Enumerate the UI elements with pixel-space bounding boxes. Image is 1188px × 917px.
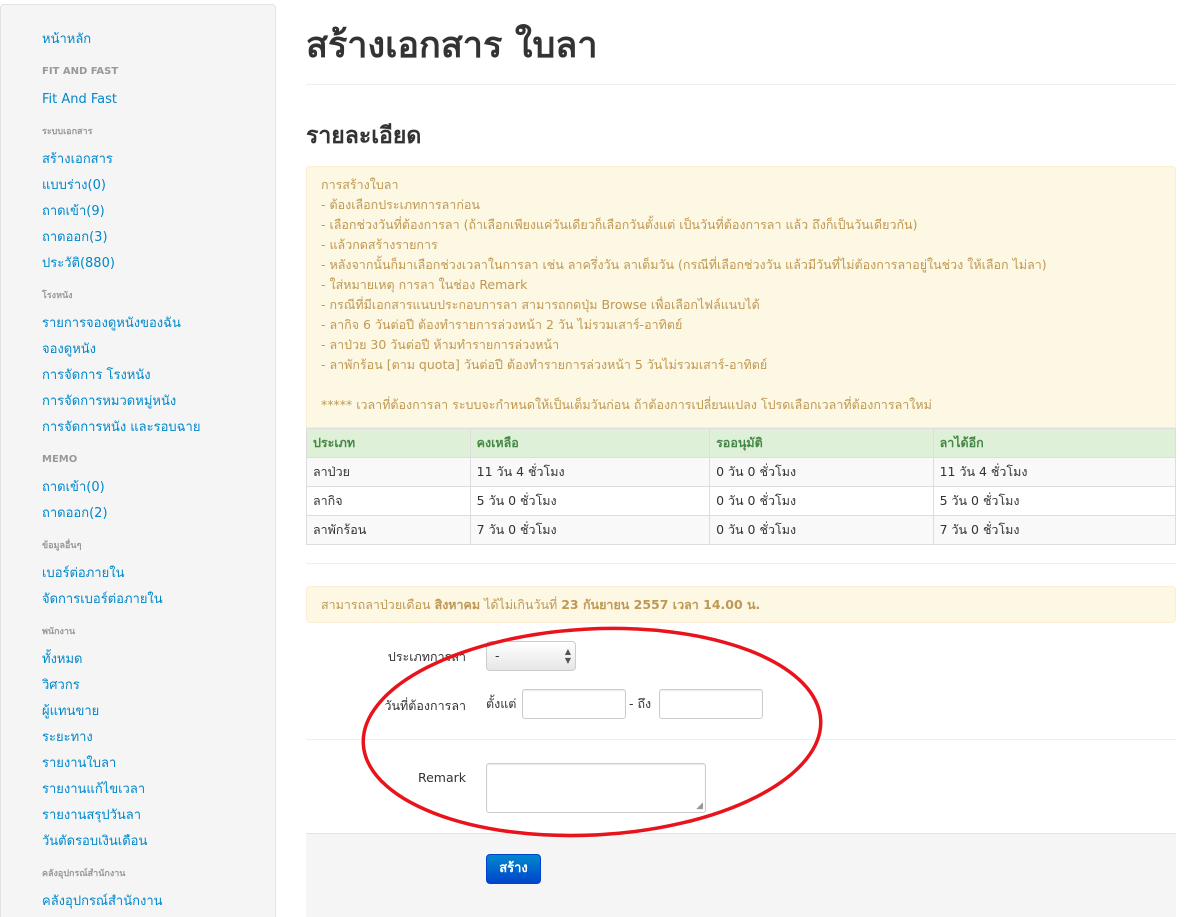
sidebar-group: โรงหนัง รายการจองดูหนังของฉัน จองดูหนัง การ… (42, 289, 275, 441)
sidebar-group-header: พนักงาน (42, 627, 76, 637)
resize-grip-icon[interactable]: ◢ (696, 802, 703, 811)
sidebar-item[interactable]: Fit And Fast (42, 87, 275, 113)
sidebar-group: ข้อมูลอื่นๆเบอร์ต่อภายใน จัดการเบอร์ต่อภา… (42, 539, 275, 613)
leave-type-selected-value: - (495, 648, 500, 663)
sidebar-item[interactable]: รายงานแก้ไขเวลา (42, 777, 275, 803)
sidebar-group: พนักงาน ทั้งหมด วิศวกร ผู้แทนขาย ระยะทาง รายง… (42, 625, 275, 855)
instruction-line: - แล้วกดสร้างรายการ (321, 237, 438, 252)
sidebar-item[interactable]: ประวัติ(880) (42, 251, 275, 277)
instruction-line: - กรณีที่มีเอกสารแนบประกอบการลา สามารถกด… (321, 297, 760, 312)
leave-balance-table: ประเภท คงเหลือ รออนุมัติ ลาได้อีก ลาป่วย 11 … (306, 428, 1176, 545)
sidebar-item[interactable]: ระยะทาง (42, 725, 275, 751)
column-header: ประเภท (307, 428, 470, 457)
alert-month: สิงหาคม (434, 597, 481, 612)
leave-form: ประเภทการลา - ▲ ▼ วันที่ต้องการลา ตั้งแต่… (306, 623, 1176, 917)
divider (306, 739, 1176, 740)
sidebar-item[interactable]: สร้างเอกสาร (42, 147, 275, 173)
table-cell: ลาพักร้อน (307, 515, 470, 544)
sidebar-group: FIT AND FAST Fit And Fast (42, 65, 275, 113)
leave-type-select[interactable]: - ▲ ▼ (486, 641, 576, 671)
instruction-note: ***** เวลาที่ต้องการลา ระบบจะกำหนดให้เป็… (321, 397, 932, 412)
sidebar-item[interactable]: หน้าหลัก (42, 27, 275, 53)
sidebar-group: MEMO ถาดเข้า(0) ถาดออก(2) (42, 453, 275, 527)
to-label: - ถึง (629, 696, 652, 711)
sidebar-item[interactable]: ทั้งหมด (42, 647, 275, 673)
sidebar-item[interactable]: ผู้แทนขาย (42, 699, 275, 725)
sidebar-group: คลังอุปกรณ์สำนักงาน คลังอุปกรณ์สำนักงาน (42, 867, 275, 915)
table-cell: 0 วัน 0 ชั่วโมง (709, 515, 933, 544)
table-cell: 7 วัน 0 ชั่วโมง (932, 515, 1175, 544)
sidebar-item[interactable]: วันตัดรอบเงินเดือน (42, 829, 275, 855)
instruction-line: - หลังจากนั้นก็มาเลือกช่วงเวลาในการลา เช… (321, 257, 1047, 272)
instruction-line: - ใส่หมายเหตุ การลา ในช่อง Remark (321, 277, 528, 292)
sick-leave-alert: สามารถลาป่วยเดือน สิงหาคม ได้ไม่เกินวันท… (306, 586, 1176, 623)
to-date-input[interactable] (659, 689, 763, 719)
remark-label: Remark (417, 770, 466, 785)
section-title: รายละเอียด (306, 123, 422, 149)
divider (306, 563, 1176, 564)
instruction-line: - ลาป่วย 30 วันต่อปี ห้ามทำรายการล่วงหน้… (321, 337, 560, 352)
sidebar-group-header: ระบบเอกสาร (42, 127, 93, 137)
sidebar-item[interactable]: แบบร่าง(0) (42, 173, 275, 199)
sidebar-item[interactable]: รายการจองดูหนังของฉัน (42, 311, 275, 337)
sidebar-item[interactable]: จัดการเบอร์ต่อภายใน (42, 587, 275, 613)
sidebar-item[interactable]: คลังอุปกรณ์สำนักงาน (42, 889, 275, 915)
instruction-line: การสร้างใบลา (321, 177, 399, 192)
table-row: ลาป่วย 11 วัน 4 ชั่วโมง 0 วัน 0 ชั่วโมง 11 … (307, 457, 1175, 486)
sidebar-group-header: MEMO (42, 454, 78, 465)
column-header: คงเหลือ (469, 428, 710, 457)
alert-prefix: สามารถลาป่วยเดือน (321, 597, 435, 612)
date-range-label: วันที่ต้องการลา (384, 698, 466, 713)
form-actions: สร้าง (306, 833, 1176, 917)
table-cell: 5 วัน 0 ชั่วโมง (469, 486, 710, 515)
table-cell: 0 วัน 0 ชั่วโมง (709, 457, 933, 486)
table-cell: ลาป่วย (307, 457, 470, 486)
alert-middle: ได้ไม่เกินวันที่ (480, 597, 562, 612)
sidebar-item[interactable]: ถาดเข้า(0) (42, 475, 275, 501)
select-arrows-icon: ▲ ▼ (564, 647, 571, 665)
table-cell: 11 วัน 4 ชั่วโมง (932, 457, 1175, 486)
sidebar-item[interactable]: ถาดออก(2) (42, 501, 275, 527)
sidebar-group-header: ข้อมูลอื่นๆ (42, 541, 82, 551)
instruction-line: - เลือกช่วงวันที่ต้องการลา (ถ้าเลือกเพีย… (321, 217, 918, 232)
sidebar-item[interactable]: การจัดการ โรงหนัง (42, 363, 275, 389)
sidebar-item[interactable]: วิศวกร (42, 673, 275, 699)
sidebar-item[interactable]: จองดูหนัง (42, 337, 275, 363)
column-header: รออนุมัติ (709, 428, 933, 457)
sidebar-group-header: คลังอุปกรณ์สำนักงาน (42, 869, 126, 879)
sidebar-item[interactable]: รายงานใบลา (42, 751, 275, 777)
table-row: ลาพักร้อน 7 วัน 0 ชั่วโมง 0 วัน 0 ชั่วโมง 7… (307, 515, 1175, 544)
table-row: ลากิจ 5 วัน 0 ชั่วโมง 0 วัน 0 ชั่วโมง 5 วัน… (307, 486, 1175, 515)
instruction-line: - ต้องเลือกประเภทการลาก่อน (321, 197, 480, 212)
sidebar-item[interactable]: ถาดออก(3) (42, 225, 275, 251)
table-cell: 7 วัน 0 ชั่วโมง (469, 515, 710, 544)
sidebar-group-header: FIT AND FAST (42, 66, 119, 77)
main-content: สร้างเอกสาร ใบลา รายละเอียด การสร้างใบลา… (306, 0, 1176, 917)
table-cell: ลากิจ (307, 486, 470, 515)
from-date-input[interactable] (522, 689, 626, 719)
instruction-line: - ลากิจ 6 วันต่อปี ต้องทำรายการล่วงหน้า … (321, 317, 683, 332)
page-title: สร้างเอกสาร ใบลา (306, 22, 1176, 85)
alert-deadline: 23 กันยายน 2557 เวลา 14.00 น. (561, 597, 761, 612)
sidebar-item[interactable]: ถาดเข้า(9) (42, 199, 275, 225)
table-cell: 11 วัน 4 ชั่วโมง (469, 457, 710, 486)
column-header: ลาได้อีก (932, 428, 1175, 457)
instruction-line: - ลาพักร้อน [ตาม quota] วันต่อปี ต้องทำร… (321, 357, 768, 372)
sidebar-group: ระบบเอกสารสร้างเอกสาร แบบร่าง(0) ถาดเข้า(9… (42, 125, 275, 277)
table-cell: 5 วัน 0 ชั่วโมง (932, 486, 1175, 515)
sidebar-group: หน้าหลัก (42, 27, 275, 53)
instructions-box: การสร้างใบลา - ต้องเลือกประเภทการลาก่อน - … (306, 166, 1176, 428)
sidebar-item[interactable]: การจัดการหนัง และรอบฉาย (42, 415, 275, 441)
sidebar-group-header: โรงหนัง (42, 291, 73, 301)
sidebar-item[interactable]: การจัดการหมวดหมู่หนัง (42, 389, 275, 415)
sidebar-item[interactable]: รายงานสรุปวันลา (42, 803, 275, 829)
sidebar-item[interactable]: เบอร์ต่อภายใน (42, 561, 275, 587)
sidebar: หน้าหลัก FIT AND FAST Fit And Fast ระบบเอกส… (0, 4, 276, 917)
remark-textarea[interactable]: ◢ (486, 763, 706, 813)
from-label: ตั้งแต่ (486, 696, 517, 711)
leave-type-label: ประเภทการลา (387, 649, 466, 664)
create-button[interactable]: สร้าง (486, 854, 541, 884)
table-cell: 0 วัน 0 ชั่วโมง (709, 486, 933, 515)
